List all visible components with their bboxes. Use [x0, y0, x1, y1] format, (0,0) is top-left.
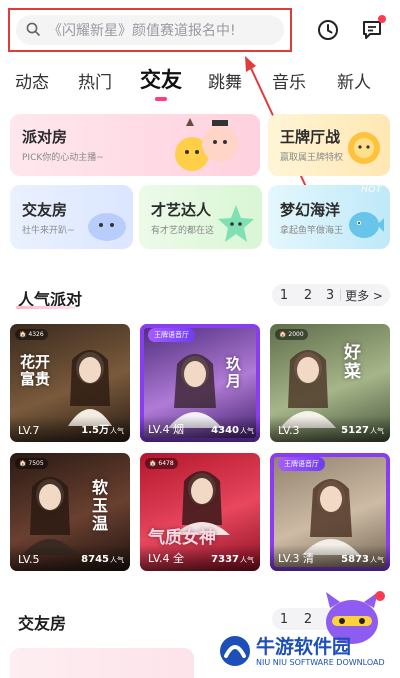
host-portrait: [68, 350, 112, 426]
popularity-count: 5127: [341, 425, 369, 436]
star-mascot-icon: [218, 205, 254, 242]
popular-pager: 1 2 3 更多 >: [272, 284, 390, 306]
category-tabs: 动态 热门 交友 跳舞 音乐 新人: [0, 64, 400, 101]
popularity-count: 7337: [211, 554, 239, 565]
page-1-button[interactable]: 1: [272, 612, 296, 627]
popularity-suffix: 人气: [240, 427, 254, 435]
room-popularity: 4340人气: [211, 425, 254, 436]
popularity-suffix: 人气: [110, 427, 124, 435]
card-title: 才艺达人: [151, 201, 212, 219]
tab-music[interactable]: 音乐: [272, 68, 306, 93]
room-tile[interactable]: 🏠 2000 好菜 LV.3 5127人气: [270, 324, 390, 442]
room-level: LV.7: [18, 424, 40, 437]
card-talent[interactable]: 才艺达人 有才艺的都在这: [139, 185, 262, 249]
card-party-room[interactable]: 派对房 PICK你的心动主播~: [10, 114, 260, 176]
ace-room-badge: 王牌语音厅: [278, 457, 325, 471]
room-id-badge: 🏠 7505: [15, 458, 48, 469]
friend-room-card[interactable]: [10, 648, 194, 678]
hot-badge: HOT: [361, 185, 382, 195]
room-level: LV.3 清: [278, 552, 315, 565]
more-button[interactable]: 更多 >: [341, 287, 387, 304]
popularity-count: 5873: [341, 554, 369, 565]
popularity-count: 1.5万: [81, 425, 109, 436]
flower-mascot-icon: [348, 132, 380, 164]
page-1-button[interactable]: 1: [272, 288, 296, 303]
room-level: LV.3: [278, 424, 300, 437]
room-level: LV.5: [18, 553, 40, 566]
section-title-underline: [16, 306, 76, 309]
room-id-badge: 🏠 2000: [275, 329, 308, 340]
tab-dynamic[interactable]: 动态: [15, 68, 49, 93]
card-subtitle: 赢取属王牌特权: [280, 153, 344, 163]
room-tile[interactable]: 🏠 7505 软玉温 LV.5 8745人气: [10, 453, 130, 571]
room-popularity: 7337人气: [211, 554, 254, 565]
card-title: 梦幻海洋: [280, 201, 341, 219]
tab-dance[interactable]: 跳舞: [208, 68, 242, 93]
room-id-badge: 🏠 4326: [15, 329, 48, 340]
watermark-logo: 牛游软件园 NIU NIU SOFTWARE DOWNLOAD: [218, 632, 396, 672]
tab-active-indicator: [155, 97, 167, 101]
room-tile[interactable]: 玖月 王牌语音厅 LV.4 烟 4340人气: [140, 324, 260, 442]
card-ace-battle[interactable]: 王牌厅战 赢取属王牌特权: [268, 114, 390, 176]
card-subtitle: 有才艺的都在这: [151, 226, 215, 236]
tab-hot[interactable]: 热门: [78, 68, 112, 93]
room-tile[interactable]: 王牌语音厅 LV.3 清 5873人气: [270, 453, 390, 571]
watermark-subtitle: NIU NIU SOFTWARE DOWNLOAD: [256, 658, 385, 667]
room-popularity: 5873人气: [341, 554, 384, 565]
tab-friends[interactable]: 交友: [140, 64, 182, 94]
popularity-suffix: 人气: [110, 556, 124, 564]
popularity-count: 4340: [211, 425, 239, 436]
popularity-count: 8745: [81, 554, 109, 565]
niuyou-logo-icon: [220, 636, 250, 666]
page-3-button[interactable]: 3: [320, 288, 340, 303]
ace-room-badge: 王牌语音厅: [148, 328, 195, 342]
room-level: LV.4 烟: [148, 423, 185, 436]
room-cover-text: 花开富贵: [20, 353, 51, 388]
popularity-suffix: 人气: [240, 556, 254, 564]
card-title: 王牌厅战: [280, 128, 341, 146]
fish-mascot-icon: [349, 212, 384, 238]
room-popularity: 1.5万人气: [81, 421, 124, 436]
card-subtitle: 社牛来开趴~: [22, 226, 75, 236]
room-popularity: 8745人气: [81, 554, 124, 565]
card-dream-ocean[interactable]: 梦幻海洋 拿起鱼竿做海王 HOT: [268, 185, 390, 249]
card-title: 派对房: [22, 128, 68, 146]
room-tile[interactable]: 🏠 4326 花开富贵 LV.7 1.5万人气: [10, 324, 130, 442]
watermark-title: 牛游软件园: [256, 636, 352, 658]
page-2-button[interactable]: 2: [296, 612, 320, 627]
cloud-mascot-icon: [88, 213, 126, 241]
card-title: 交友房: [22, 201, 68, 219]
room-cover-text: 好菜: [344, 343, 361, 382]
room-tile[interactable]: 🏠 6478 气质女神 LV.4 全 7337人气: [140, 453, 260, 571]
room-level: LV.4 全: [148, 552, 185, 565]
tab-newbie[interactable]: 新人: [337, 68, 371, 93]
section-title-friends: 交友房: [18, 614, 67, 633]
room-cover-text: 软玉温: [92, 478, 109, 533]
host-portrait: [22, 477, 78, 555]
popularity-suffix: 人气: [370, 427, 384, 435]
mascot-peaches-icon: [175, 118, 238, 171]
room-popularity: 5127人气: [341, 425, 384, 436]
card-subtitle: 拿起鱼竿做海王: [280, 226, 344, 236]
popularity-suffix: 人气: [370, 556, 384, 564]
page-2-button[interactable]: 2: [296, 288, 320, 303]
card-friend-room[interactable]: 交友房 社牛来开趴~: [10, 185, 133, 249]
card-subtitle: PICK你的心动主播~: [22, 153, 104, 163]
